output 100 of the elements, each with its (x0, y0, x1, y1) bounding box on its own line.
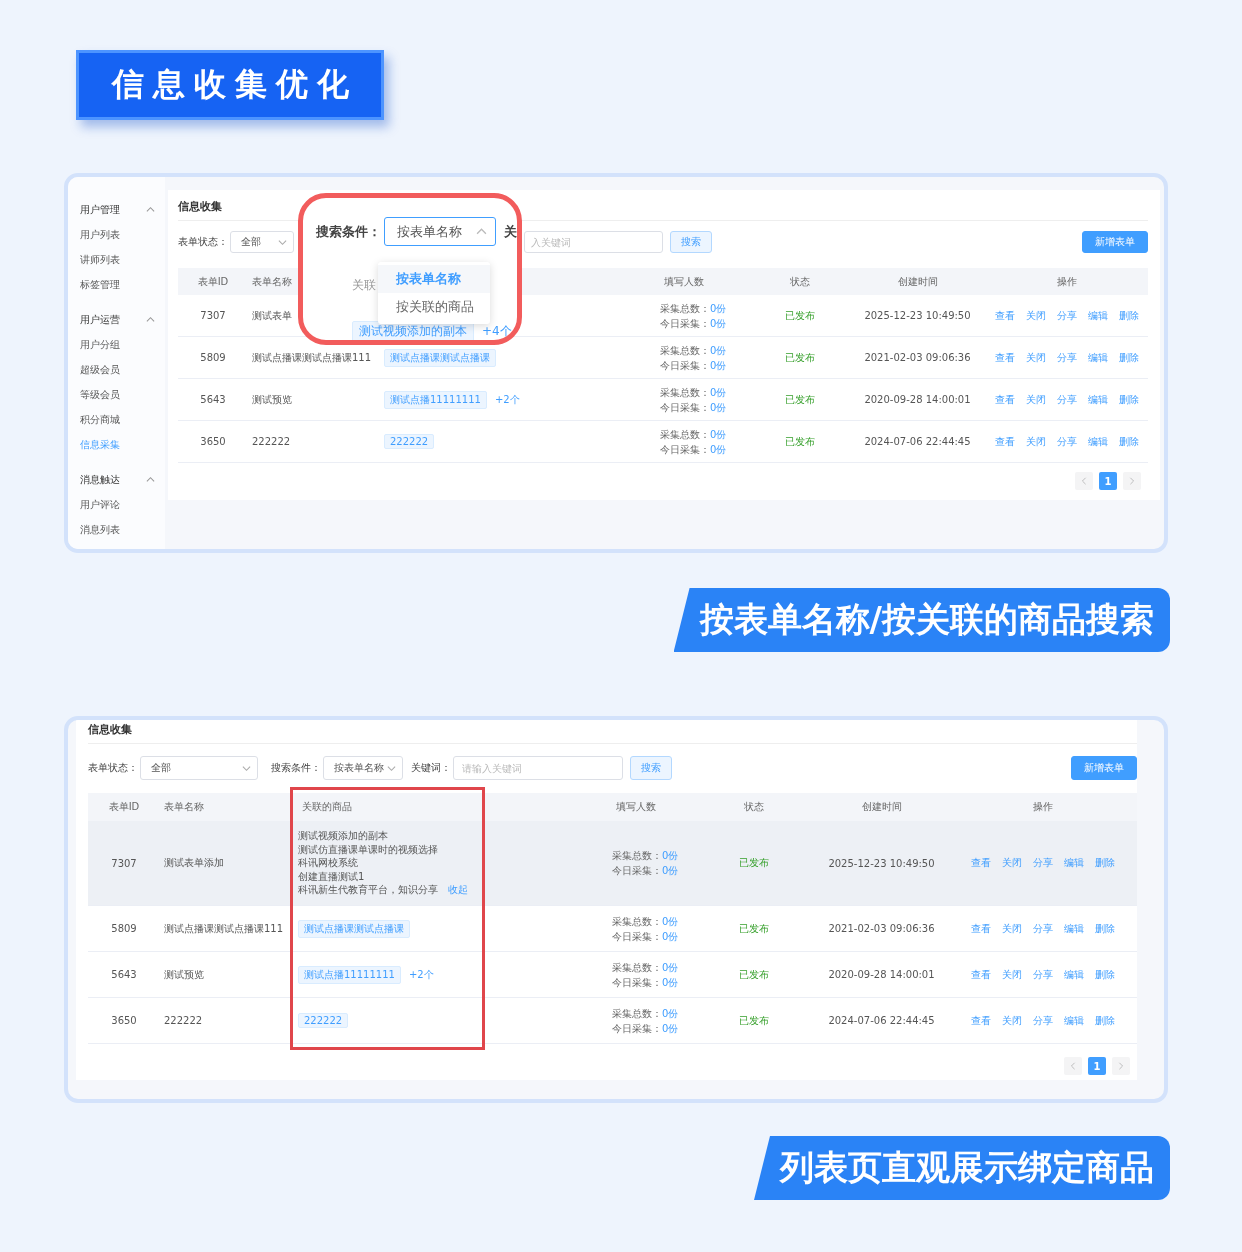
more-count[interactable]: +2个 (408, 967, 434, 982)
action-link[interactable]: 编辑 (1087, 392, 1108, 407)
action-link[interactable]: 编辑 (1064, 1013, 1084, 1028)
keyword-field[interactable]: 入关键词 (524, 231, 663, 253)
sidebar-item[interactable]: 积分商城 (68, 407, 120, 432)
action-link[interactable]: 查看 (994, 392, 1015, 407)
action-link[interactable]: 关闭 (1002, 1013, 1022, 1028)
column-header: 关联 (352, 277, 376, 294)
sidebar-item[interactable]: 用户列表 (68, 222, 120, 247)
action-link[interactable]: 分享 (1056, 350, 1077, 365)
dropdown-option[interactable]: 按表单名称 (378, 265, 490, 293)
action-link[interactable]: 查看 (994, 350, 1015, 365)
action-link[interactable]: 分享 (1056, 392, 1077, 407)
column-header: 表单名称 (163, 800, 205, 814)
action-link[interactable]: 删除 (1095, 856, 1115, 870)
stat-label: 今日采集： (660, 442, 710, 457)
filter-label: 关键词： (411, 761, 451, 775)
action-link[interactable]: 查看 (994, 434, 1015, 449)
sidebar-item[interactable]: 超级会员 (68, 357, 120, 382)
table-cell-text: 2020-09-28 14:00:01 (863, 394, 972, 405)
collapse-link[interactable]: 收起 (448, 883, 468, 897)
search-button[interactable]: 搜索 (670, 231, 712, 253)
action-link[interactable]: 分享 (1056, 434, 1077, 449)
action-link[interactable]: 删除 (1095, 921, 1115, 936)
prev-page-button[interactable] (1075, 472, 1093, 490)
dropdown-select[interactable]: 按表单名称 (384, 217, 496, 246)
keyword-field[interactable]: 请输入关键词 (453, 756, 623, 780)
action-link[interactable]: 关闭 (1002, 856, 1022, 870)
action-link[interactable]: 关闭 (1025, 392, 1046, 407)
status-text: 已发布 (784, 392, 816, 407)
caret-icon (278, 237, 287, 247)
add-form-button[interactable]: 新增表单 (1082, 231, 1148, 253)
sidebar-group-header[interactable]: 消息触达 (68, 467, 165, 492)
more-count[interactable]: +2个 (494, 392, 520, 407)
sidebar-item[interactable]: 信息采集 (68, 432, 120, 457)
action-link[interactable]: 编辑 (1064, 921, 1084, 936)
prev-page-button[interactable] (1064, 1057, 1082, 1075)
sidebar-group-header[interactable]: 用户运营 (68, 307, 165, 332)
stat-label: 今日采集： (660, 316, 710, 331)
page-title: 信息收集 (178, 200, 222, 214)
next-page-button[interactable] (1112, 1057, 1130, 1075)
action-link[interactable]: 删除 (1118, 392, 1139, 407)
action-link[interactable]: 删除 (1118, 350, 1139, 365)
action-link[interactable]: 分享 (1033, 1013, 1053, 1028)
table-cell-text: 2025-12-23 10:49:50 (827, 857, 936, 869)
action-link[interactable]: 编辑 (1064, 967, 1084, 982)
filter-label: 搜索条件： (316, 222, 381, 241)
filter-label: 搜索条件： (271, 761, 321, 775)
action-link[interactable]: 关闭 (1025, 308, 1046, 323)
action-link[interactable]: 删除 (1095, 967, 1115, 982)
action-link[interactable]: 查看 (994, 308, 1015, 323)
table-cell-text: 测试预览 (163, 967, 205, 982)
add-form-button[interactable]: 新增表单 (1071, 756, 1137, 780)
action-link[interactable]: 关闭 (1025, 434, 1046, 449)
sidebar-item[interactable]: 讲师列表 (68, 247, 120, 272)
action-link[interactable]: 编辑 (1087, 434, 1108, 449)
action-link[interactable]: 关闭 (1025, 350, 1046, 365)
action-link[interactable]: 编辑 (1087, 350, 1108, 365)
dropdown-select[interactable]: 按表单名称 (323, 756, 403, 780)
action-link[interactable]: 编辑 (1064, 856, 1084, 870)
sidebar-item[interactable]: 标签管理 (68, 272, 120, 297)
page-button[interactable]: 1 (1099, 472, 1117, 490)
dropdown-option[interactable]: 按关联的商品 (378, 293, 490, 321)
sidebar-item[interactable]: 等级会员 (68, 382, 120, 407)
action-link[interactable]: 查看 (971, 967, 991, 982)
sidebar-group-header[interactable]: 用户管理 (68, 197, 165, 222)
stat-label: 采集总数： (660, 301, 710, 316)
dropdown-select[interactable]: 全部 (230, 231, 294, 253)
action-link[interactable]: 分享 (1033, 967, 1053, 982)
page-button[interactable]: 1 (1088, 1057, 1106, 1075)
filter-label: 表单状态： (88, 761, 138, 775)
stat-label: 采集总数： (612, 960, 662, 975)
action-link[interactable]: 分享 (1056, 308, 1077, 323)
product-name: 创建直播测试1 (298, 869, 365, 884)
action-link[interactable]: 删除 (1118, 308, 1139, 323)
product-name: 科讯新生代教育平台，知识分享 (298, 883, 438, 897)
table-cell-text: 5643 (199, 394, 227, 405)
stat-label: 采集总数： (612, 849, 662, 863)
action-link[interactable]: 编辑 (1087, 308, 1108, 323)
stat-label: 采集总数： (612, 914, 662, 929)
next-page-button[interactable] (1123, 472, 1141, 490)
action-link[interactable]: 查看 (971, 921, 991, 936)
action-link[interactable]: 分享 (1033, 856, 1053, 870)
action-link[interactable]: 删除 (1118, 434, 1139, 449)
action-link[interactable]: 分享 (1033, 921, 1053, 936)
sidebar-item[interactable]: 消息列表 (68, 517, 120, 542)
search-button[interactable]: 搜索 (630, 756, 672, 780)
action-link[interactable]: 查看 (971, 1013, 991, 1028)
action-link[interactable]: 查看 (971, 856, 991, 870)
dropdown-select[interactable]: 全部 (140, 756, 258, 780)
more-count[interactable]: +4个 (482, 323, 512, 340)
caret-icon (242, 763, 251, 773)
sidebar-item[interactable]: 用户分组 (68, 332, 120, 357)
stat-value: 0份 (662, 960, 679, 975)
action-link[interactable]: 关闭 (1002, 967, 1022, 982)
action-link[interactable]: 关闭 (1002, 921, 1022, 936)
table-cell-text: 222222 (251, 436, 292, 447)
action-link[interactable]: 删除 (1095, 1013, 1115, 1028)
sidebar-item[interactable]: 用户评论 (68, 492, 120, 517)
table-cell-text: 2020-09-28 14:00:01 (827, 969, 936, 980)
